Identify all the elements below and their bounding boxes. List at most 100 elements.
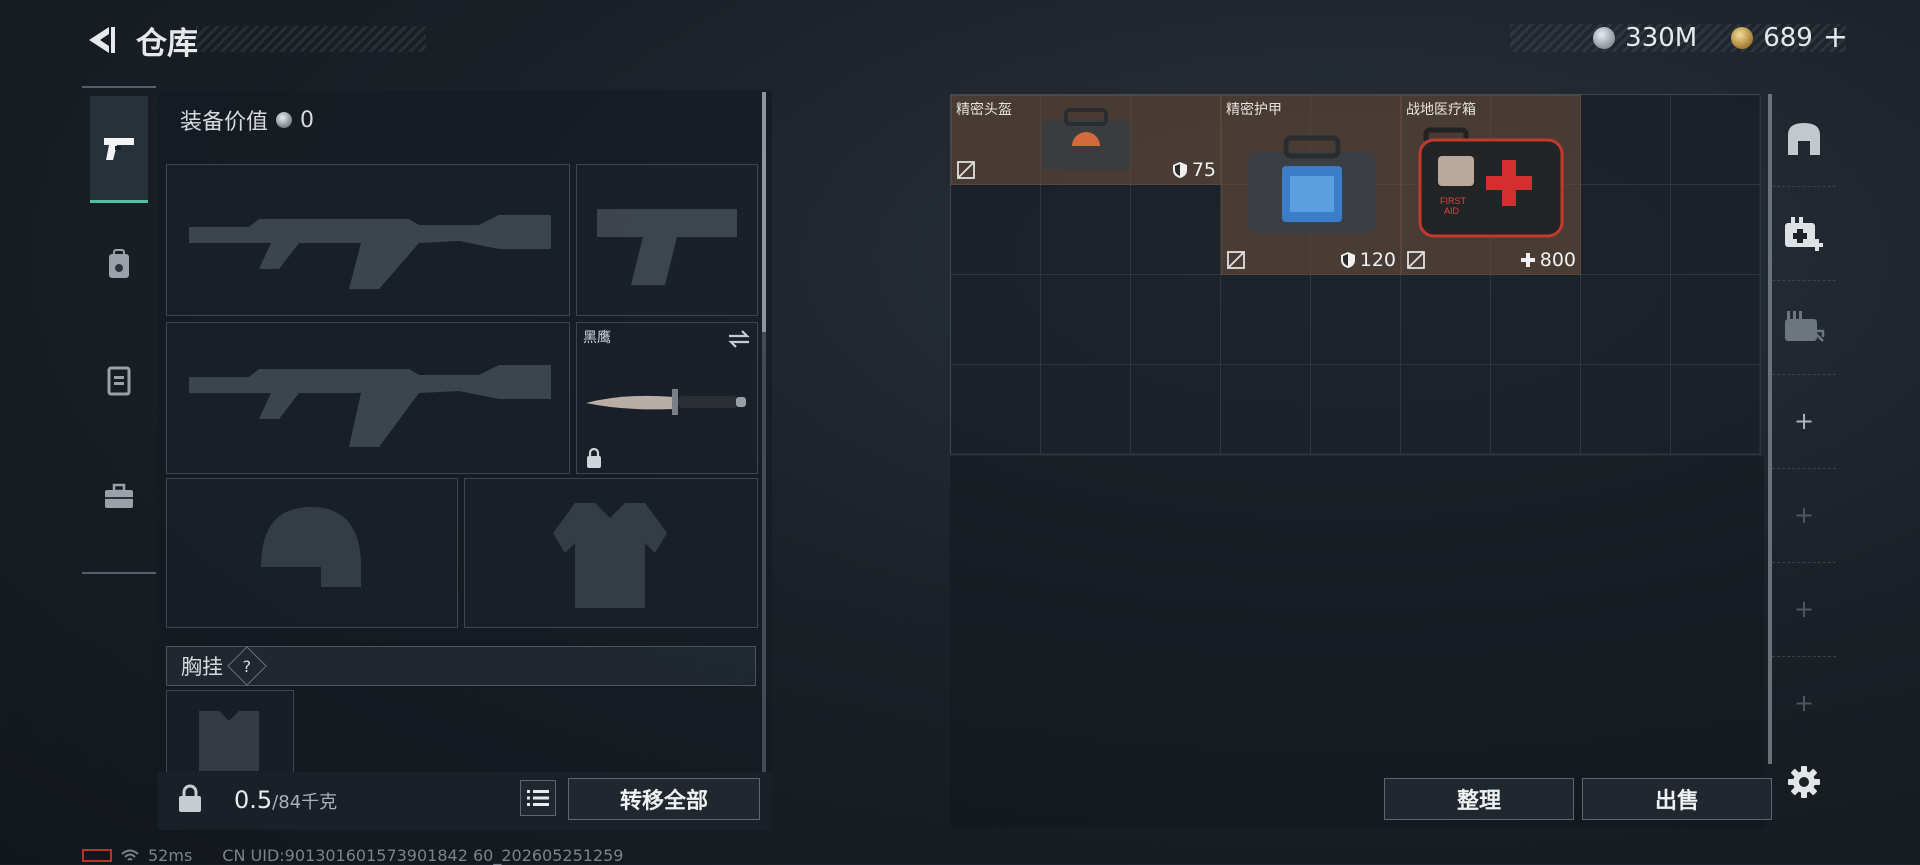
storage-cell[interactable] bbox=[951, 275, 1041, 365]
body-armor-slot[interactable] bbox=[464, 478, 758, 628]
swap-icon[interactable] bbox=[727, 329, 751, 349]
storage-cell[interactable] bbox=[1581, 185, 1671, 275]
storage-cell[interactable] bbox=[1221, 365, 1311, 455]
chest-rig-header: 胸挂 ? bbox=[166, 646, 756, 686]
chest-rig-silhouette-icon bbox=[199, 711, 259, 771]
status-bar: 52ms CN UID:901301601573901842 60_202605… bbox=[82, 846, 623, 865]
helmet-slot[interactable] bbox=[166, 478, 458, 628]
storage-item-medkit[interactable]: 战地医疗箱 FIRST AID 800 bbox=[1401, 95, 1581, 275]
tab-armor[interactable] bbox=[90, 328, 148, 432]
chest-rig-label: 胸挂 bbox=[181, 655, 223, 679]
no-insure-icon bbox=[1407, 251, 1425, 269]
storage-cell[interactable] bbox=[1671, 185, 1761, 275]
shield-icon bbox=[1340, 252, 1355, 268]
storage-cell[interactable] bbox=[1041, 185, 1131, 275]
rifle-silhouette-icon bbox=[189, 215, 551, 289]
help-button[interactable]: ? bbox=[227, 646, 267, 686]
melee-slot[interactable]: 黑鹰 bbox=[576, 322, 758, 474]
weight-readout: 0.5 /84千克 bbox=[234, 786, 337, 814]
tab-tools[interactable] bbox=[90, 444, 148, 548]
safe-box-button[interactable] bbox=[1772, 92, 1836, 187]
storage-cell[interactable] bbox=[1671, 365, 1761, 455]
item-stat-value: 75 bbox=[1191, 159, 1216, 181]
add-currency-button[interactable]: + bbox=[1823, 20, 1848, 55]
item-name: 精密护甲 bbox=[1226, 102, 1282, 118]
ammo-box-button[interactable] bbox=[1772, 280, 1836, 375]
plus-icon: + bbox=[1793, 595, 1815, 623]
storage-cell[interactable] bbox=[1311, 365, 1401, 455]
medkit-add-icon bbox=[1785, 217, 1823, 251]
silver-coin-icon bbox=[276, 112, 293, 128]
item-stat: 75 bbox=[1172, 159, 1216, 181]
medkit-quick-button[interactable] bbox=[1772, 186, 1836, 281]
svg-text:AID: AID bbox=[1444, 206, 1460, 216]
add-slot-button-4[interactable]: + bbox=[1772, 656, 1836, 750]
settings-button[interactable] bbox=[1784, 762, 1824, 802]
equipment-value: 装备价值 0 bbox=[180, 104, 314, 136]
storage-cell[interactable] bbox=[1581, 95, 1671, 185]
storage-cell[interactable] bbox=[1041, 365, 1131, 455]
sell-button[interactable]: 出售 bbox=[1582, 778, 1772, 820]
add-slot-button-1[interactable]: + bbox=[1772, 374, 1836, 469]
item-stat-value: 120 bbox=[1359, 249, 1396, 271]
pistol-silhouette-icon bbox=[597, 209, 737, 285]
add-slot-button-3[interactable]: + bbox=[1772, 562, 1836, 657]
storage-toolbar: + + + + bbox=[1772, 92, 1836, 762]
primary-weapon-slot-2[interactable] bbox=[166, 322, 570, 474]
storage-cell[interactable] bbox=[1131, 365, 1221, 455]
storage-item-armor[interactable]: 精密护甲 120 bbox=[1221, 95, 1401, 275]
battery-icon bbox=[82, 849, 112, 862]
helmet-silhouette-icon bbox=[261, 507, 361, 587]
list-icon bbox=[527, 790, 549, 806]
toolbox-icon bbox=[105, 483, 133, 508]
add-slot-button-2[interactable]: + bbox=[1772, 468, 1836, 563]
chevron-left-icon bbox=[89, 27, 115, 53]
storage-cell[interactable] bbox=[1311, 275, 1401, 365]
storage-grid: 精密头盔 75 精密护甲 120 战地医疗箱 FIRST AID 800 bbox=[950, 94, 1761, 455]
storage-cell[interactable] bbox=[1671, 275, 1761, 365]
list-view-button[interactable] bbox=[520, 780, 556, 816]
backpack-icon bbox=[109, 249, 129, 278]
transfer-all-button[interactable]: 转移全部 bbox=[568, 778, 760, 820]
chest-rig-slot[interactable] bbox=[166, 690, 294, 774]
storage-cell[interactable] bbox=[951, 365, 1041, 455]
user-uid: CN UID:901301601573901842 60_20260525125… bbox=[222, 846, 624, 865]
storage-cell[interactable] bbox=[1581, 275, 1671, 365]
storage-cell[interactable] bbox=[1401, 365, 1491, 455]
weight-lock-icon bbox=[179, 784, 201, 812]
currency-silver-value: 330M bbox=[1625, 22, 1698, 53]
svg-text:FIRST: FIRST bbox=[1440, 196, 1467, 206]
primary-weapon-slot-1[interactable] bbox=[166, 164, 570, 316]
storage-cell[interactable] bbox=[1581, 365, 1671, 455]
storage-cell[interactable] bbox=[1491, 275, 1581, 365]
tab-weapons[interactable] bbox=[90, 96, 148, 203]
storage-cell[interactable] bbox=[1131, 275, 1221, 365]
pistol-icon bbox=[104, 138, 134, 160]
rifle-silhouette-icon bbox=[189, 365, 551, 447]
sort-button[interactable]: 整理 bbox=[1384, 778, 1574, 820]
melee-name: 黑鹰 bbox=[583, 330, 611, 346]
storage-cell[interactable] bbox=[1041, 275, 1131, 365]
no-insure-icon bbox=[1227, 251, 1245, 269]
lock-icon bbox=[587, 447, 601, 468]
back-button[interactable] bbox=[80, 20, 120, 60]
storage-item-helmet[interactable]: 精密头盔 75 bbox=[951, 95, 1221, 185]
tab-backpack[interactable] bbox=[90, 212, 148, 316]
storage-cell[interactable] bbox=[1401, 275, 1491, 365]
safe-icon bbox=[1788, 123, 1820, 155]
loadout-scroll-thumb[interactable] bbox=[762, 92, 766, 332]
storage-cell[interactable] bbox=[1671, 95, 1761, 185]
storage-cell[interactable] bbox=[1221, 275, 1311, 365]
storage-cell[interactable] bbox=[1131, 185, 1221, 275]
vest-icon bbox=[107, 366, 131, 396]
shield-icon bbox=[1172, 162, 1187, 178]
storage-cell[interactable] bbox=[951, 185, 1041, 275]
storage-empty-area bbox=[950, 456, 1764, 828]
storage-cell[interactable] bbox=[1491, 365, 1581, 455]
settings-icon bbox=[1788, 766, 1820, 798]
gold-coin-icon bbox=[1731, 26, 1754, 49]
equipment-value-amount: 0 bbox=[300, 107, 315, 133]
plus-icon: + bbox=[1793, 689, 1815, 717]
item-name: 精密头盔 bbox=[956, 102, 1012, 118]
pistol-slot[interactable] bbox=[576, 164, 758, 316]
